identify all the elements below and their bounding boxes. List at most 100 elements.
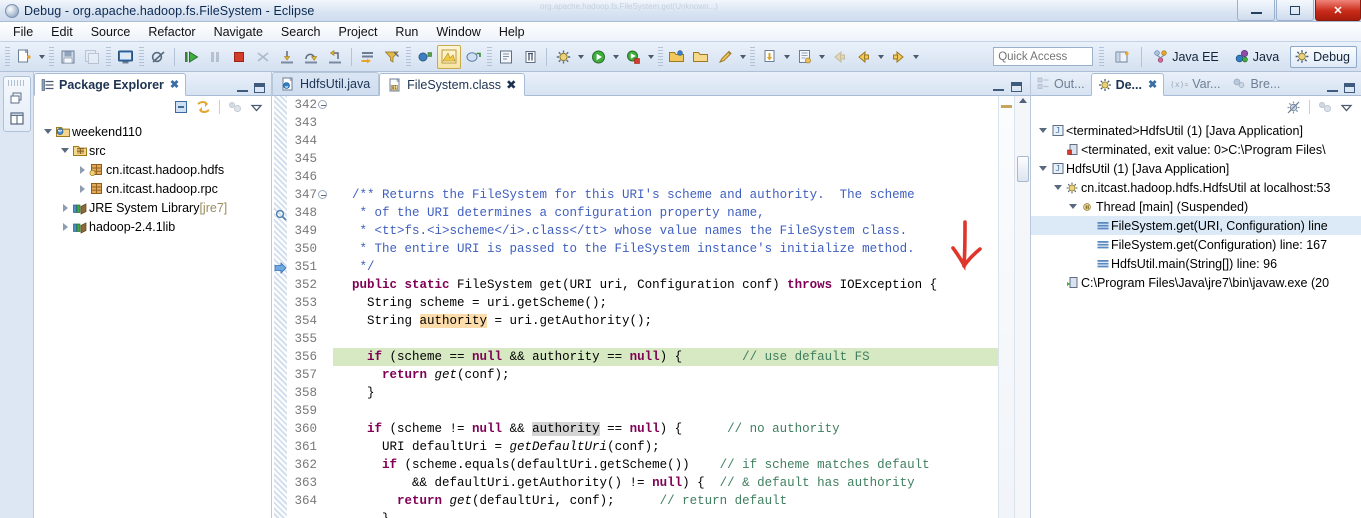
perspective-debug[interactable]: Debug [1290, 45, 1357, 68]
maximize-editor-icon[interactable] [1011, 82, 1022, 92]
remove-all-terminated-icon[interactable] [1286, 100, 1302, 115]
open-type-icon[interactable] [461, 45, 485, 69]
open-perspective-icon[interactable] [1110, 45, 1134, 69]
code-line[interactable]: return get(conf); [333, 366, 998, 384]
code-line[interactable]: * of the URI determines a configuration … [333, 204, 998, 222]
minimize-debug-view-icon[interactable] [1327, 84, 1338, 93]
close-button[interactable]: ✕ [1315, 0, 1361, 21]
code-line[interactable] [333, 330, 998, 348]
back-history-icon[interactable] [851, 45, 875, 69]
menu-file[interactable]: File [4, 23, 42, 41]
step-over-icon[interactable] [299, 45, 323, 69]
view-menu-icon[interactable] [1340, 101, 1353, 114]
code-line[interactable]: String scheme = uri.getScheme(); [333, 294, 998, 312]
save-icon[interactable] [56, 45, 80, 69]
commit-dropdown-icon[interactable] [816, 45, 827, 69]
code-line[interactable]: if (scheme != null && authority == null)… [333, 420, 998, 438]
external-tools-dropdown-icon[interactable] [645, 45, 656, 69]
tab-package-explorer[interactable]: Package Explorer ✖ [34, 73, 187, 96]
tab-debug-close-icon[interactable]: ✖ [1148, 78, 1157, 91]
toggle-mark-occurrences-icon[interactable] [494, 45, 518, 69]
external-tools-icon[interactable] [621, 45, 645, 69]
restore-button[interactable] [1276, 0, 1314, 21]
debug-tree-item[interactable]: cn.itcast.hadoop.hdfs.HdfsUtil at localh… [1031, 178, 1361, 197]
menu-window[interactable]: Window [427, 23, 489, 41]
use-step-filters-icon[interactable] [380, 45, 404, 69]
debug-tree-item[interactable]: J HdfsUtil (1) [Java Application] [1031, 159, 1361, 178]
menu-search[interactable]: Search [272, 23, 330, 41]
tab-filesystem-class-close-icon[interactable]: ✖ [506, 77, 516, 92]
tree-item-jre-system-library[interactable]: JRE System Library [jre7] [34, 198, 271, 217]
suspend-icon[interactable] [203, 45, 227, 69]
skip-breakpoints-icon[interactable] [146, 45, 170, 69]
editor-code-area[interactable]: F6 /** Returns the FileSystem for this U… [333, 96, 998, 518]
back-icon[interactable] [827, 45, 851, 69]
twisty-closed-icon[interactable] [76, 184, 88, 193]
tab-filesystem-class[interactable]: 01 FileSystem.class ✖ [379, 73, 526, 96]
menu-project[interactable]: Project [330, 23, 387, 41]
quick-access-input[interactable] [993, 47, 1094, 66]
tab-outline[interactable]: Out... [1031, 72, 1091, 95]
code-line[interactable]: */ [333, 258, 998, 276]
link-with-editor-icon[interactable] [196, 100, 212, 114]
debug-tree-item[interactable]: J <terminated>HdfsUtil (1) [Java Applicat… [1031, 121, 1361, 140]
code-line[interactable]: } [333, 384, 998, 402]
tab-debug[interactable]: De... ✖ [1090, 73, 1165, 96]
drop-to-frame-icon[interactable] [356, 45, 380, 69]
fold-toggle-icon[interactable] [317, 98, 328, 112]
console-icon[interactable] [113, 45, 137, 69]
scrollbar-thumb[interactable] [1017, 156, 1029, 182]
twisty-closed-icon[interactable] [59, 203, 71, 212]
toolbar-drag-handle[interactable] [5, 46, 10, 67]
code-line[interactable]: * <tt>fs.<i>scheme</i>.class</tt> whose … [333, 222, 998, 240]
debug-launch-icon[interactable] [551, 45, 575, 69]
code-line[interactable]: if (scheme.equals(defaultUri.getScheme()… [333, 456, 998, 474]
debug-launch-dropdown-icon[interactable] [575, 45, 586, 69]
twisty-closed-icon[interactable] [76, 165, 88, 174]
tab-hdfsutil-java[interactable]: HdfsUtil.java [272, 72, 380, 95]
code-line[interactable]: /** Returns the FileSystem for this URI'… [333, 186, 998, 204]
debug-tree-item[interactable]: C:\Program Files\Java\jre7\bin\javaw.exe… [1031, 273, 1361, 292]
code-line[interactable]: URI defaultUri = getDefaultUri(conf); [333, 438, 998, 456]
twisty-open-icon[interactable] [59, 148, 71, 153]
menu-navigate[interactable]: Navigate [205, 23, 272, 41]
code-line[interactable] [333, 402, 998, 420]
editor-overview-ruler[interactable] [998, 96, 1014, 518]
twisty-open-icon[interactable] [1067, 204, 1079, 209]
restore-view-icon[interactable] [6, 88, 28, 108]
menu-run[interactable]: Run [386, 23, 427, 41]
maximize-view-icon[interactable] [254, 83, 265, 93]
forward-icon[interactable] [886, 45, 910, 69]
run-launch-icon[interactable] [586, 45, 610, 69]
menu-help[interactable]: Help [490, 23, 534, 41]
terminate-icon[interactable] [227, 45, 251, 69]
fast-view-drag-handle[interactable] [7, 80, 26, 86]
checkout-dropdown-icon[interactable] [781, 45, 792, 69]
tree-item-cn-itcast-hadoop-hdfs[interactable]: cn.itcast.hadoop.hdfs [34, 160, 271, 179]
checkout-icon[interactable] [757, 45, 781, 69]
tab-variables[interactable]: (x)= Var... [1164, 72, 1226, 95]
twisty-open-icon[interactable] [1037, 166, 1049, 171]
code-line[interactable]: public static FileSystem get(URI uri, Co… [333, 276, 998, 294]
perspective-java[interactable]: Java [1230, 46, 1286, 68]
code-line[interactable]: if (scheme == null && authority == null)… [333, 348, 998, 366]
open-folder-icon[interactable] [689, 45, 713, 69]
debug-tree-item[interactable]: FileSystem.get(Configuration) line: 167 [1031, 235, 1361, 254]
debug-tree-item[interactable]: <terminated, exit value: 0>C:\Program Fi… [1031, 140, 1361, 159]
debug-tree-item[interactable]: FileSystem.get(URI, Configuration) line [1031, 216, 1361, 235]
toggle-breakpoint-icon[interactable] [413, 45, 437, 69]
package-explorer-fastview-icon[interactable] [6, 108, 28, 128]
code-line[interactable]: return get(defaultUri, conf); // return … [333, 492, 998, 510]
view-menu-icon[interactable] [250, 101, 263, 114]
tab-package-explorer-close-icon[interactable]: ✖ [170, 78, 179, 91]
new-wizard-dropdown-icon[interactable] [36, 45, 47, 69]
open-resource-icon[interactable] [665, 45, 689, 69]
minimize-editor-icon[interactable] [993, 83, 1004, 92]
scroll-up-arrow-icon[interactable] [1019, 98, 1027, 103]
tree-item-src[interactable]: src [34, 141, 271, 160]
tree-item-cn-itcast-hadoop-rpc[interactable]: cn.itcast.hadoop.rpc [34, 179, 271, 198]
twisty-open-icon[interactable] [1037, 128, 1049, 133]
show-whitespace-icon[interactable] [518, 45, 542, 69]
forward-dropdown-icon[interactable] [910, 45, 921, 69]
code-line[interactable]: } [333, 510, 998, 518]
